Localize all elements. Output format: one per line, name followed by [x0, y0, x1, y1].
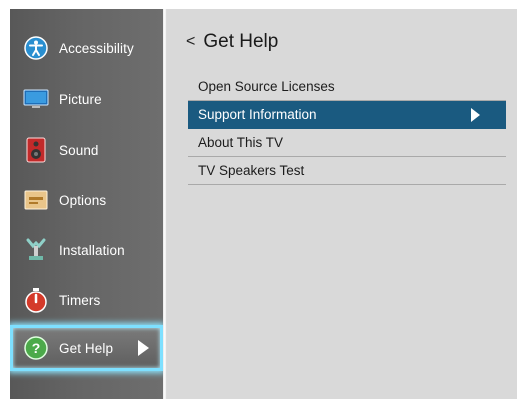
menu-item-label: About This TV — [198, 135, 284, 150]
sidebar-item-options[interactable]: Options — [10, 177, 163, 223]
sidebar-item-label: Sound — [59, 142, 99, 158]
sidebar-item-label: Accessibility — [59, 40, 134, 56]
menu-item-about-this-tv[interactable]: About This TV — [188, 129, 506, 157]
sidebar-item-accessibility[interactable]: Accessibility — [10, 25, 163, 71]
page-title: Get Help — [203, 31, 279, 52]
settings-sidebar: Accessibility Picture Sound Options Inst… — [10, 9, 163, 399]
sidebar-item-label: Get Help — [59, 340, 114, 356]
menu-item-label: Support Information — [198, 107, 317, 122]
help-icon: ? — [23, 335, 49, 361]
sidebar-item-sound[interactable]: Sound — [10, 127, 163, 173]
options-icon — [23, 187, 49, 213]
sidebar-item-picture[interactable]: Picture — [10, 76, 163, 122]
menu-item-open-source-licenses[interactable]: Open Source Licenses — [188, 73, 506, 101]
installation-icon — [23, 237, 49, 263]
sidebar-item-installation[interactable]: Installation — [10, 227, 163, 273]
sidebar-item-label: Timers — [59, 292, 101, 308]
accessibility-icon — [23, 35, 49, 61]
back-chevron-icon[interactable]: < — [186, 33, 195, 51]
menu-item-support-information[interactable]: Support Information — [188, 101, 506, 129]
svg-text:?: ? — [32, 340, 41, 356]
panel-header: < Get Help — [186, 31, 278, 53]
sidebar-item-label: Options — [59, 192, 107, 208]
sound-icon — [23, 137, 49, 163]
sidebar-item-get-help[interactable]: ? Get Help — [10, 325, 163, 371]
help-menu-list: Open Source Licenses Support Information… — [188, 73, 506, 185]
menu-item-tv-speakers-test[interactable]: TV Speakers Test — [188, 157, 506, 185]
sidebar-item-timers[interactable]: Timers — [10, 277, 163, 323]
menu-item-label: Open Source Licenses — [198, 79, 335, 94]
play-arrow-icon — [471, 107, 480, 122]
menu-item-label: TV Speakers Test — [198, 163, 305, 178]
tv-settings-screen: Accessibility Picture Sound Options Inst… — [10, 9, 517, 399]
sidebar-item-label: Installation — [59, 242, 125, 258]
timers-icon — [23, 287, 49, 313]
get-help-panel: < Get Help Open Source Licenses Support … — [167, 9, 517, 399]
picture-icon — [23, 86, 49, 112]
sidebar-item-label: Picture — [59, 91, 102, 107]
play-arrow-icon — [138, 340, 149, 356]
